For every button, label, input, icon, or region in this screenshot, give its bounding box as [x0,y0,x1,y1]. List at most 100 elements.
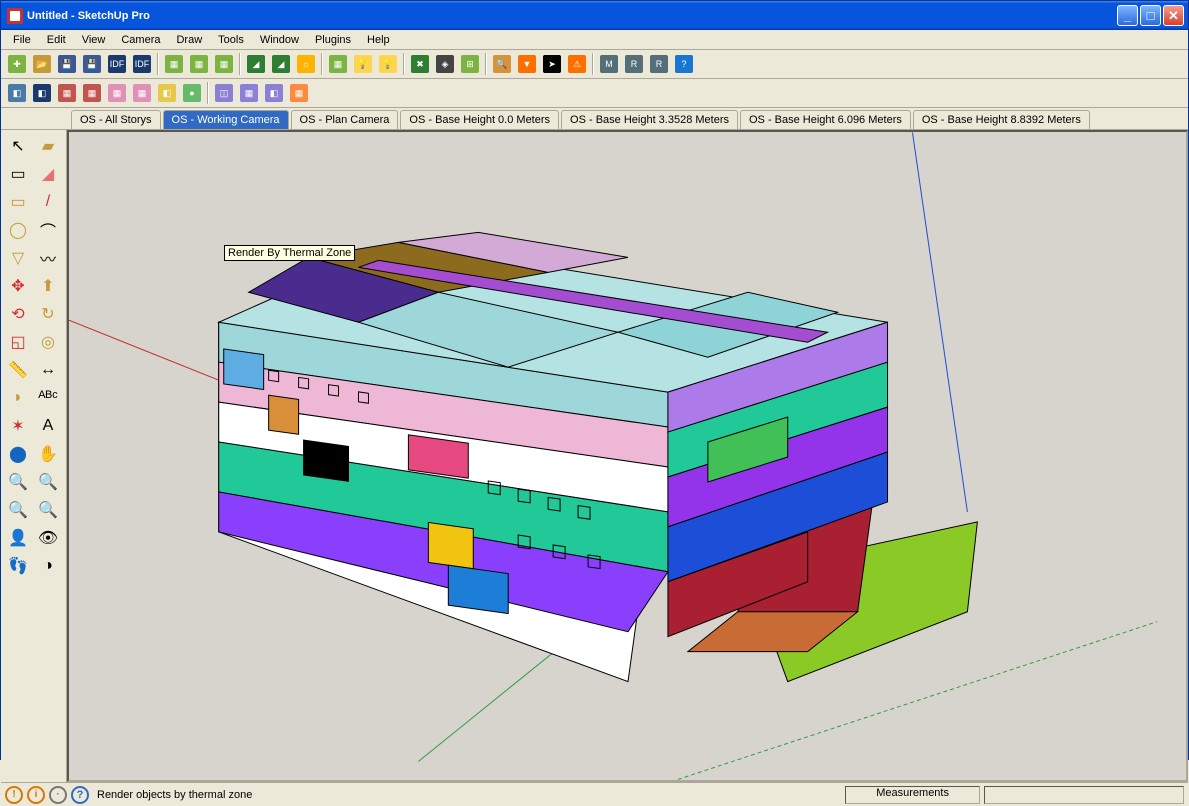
grid4-icon: ⊞ [461,55,479,73]
surface-add-button[interactable]: ◢ [269,52,293,76]
save-copy-button[interactable]: 💾 [80,52,104,76]
arc-tool[interactable]: ⌒ [33,216,63,244]
pan-tool[interactable]: ✋ [33,440,63,468]
status-circle-1[interactable]: ! [5,786,23,804]
layers-button[interactable]: ◈ [433,52,457,76]
paint-tool[interactable]: ▰ [33,132,63,160]
minimize-button[interactable]: _ [1117,5,1138,26]
grid-button[interactable]: ▦ [326,52,350,76]
orbit-tool[interactable]: ⬤ [3,440,33,468]
scene-tab-6[interactable]: OS - Base Height 8.8392 Meters [913,110,1090,129]
wire3-button[interactable]: ◧ [262,81,286,105]
arrow-button[interactable]: ➤ [540,52,564,76]
walk-tool[interactable]: 👣 [3,552,33,580]
building-alt-button[interactable]: ▦ [187,52,211,76]
warning-button[interactable]: ⚠ [565,52,589,76]
component-tool[interactable]: ▭ [3,160,33,188]
import-idf-button[interactable]: IDF [105,52,129,76]
menu-tools[interactable]: Tools [210,32,252,48]
scene-tab-0[interactable]: OS - All Storys [71,110,161,129]
wire2-button[interactable]: ▦ [237,81,261,105]
menu-file[interactable]: File [5,32,39,48]
add-building-button[interactable]: ▦ [212,52,236,76]
scene-tab-1[interactable]: OS - Working Camera [163,110,289,129]
section-tool[interactable]: ◑ [33,552,63,580]
scale-tool[interactable]: ◱ [3,328,33,356]
close-button[interactable]: ✕ [1163,5,1184,26]
box-yellow-button[interactable]: ◧ [155,81,179,105]
move-tool[interactable]: ✥ [3,272,33,300]
status-circle-3[interactable]: · [49,786,67,804]
tape-tool[interactable]: 📏 [3,356,33,384]
protractor-tool[interactable]: ◗ [3,384,33,412]
new-button[interactable]: ✚ [5,52,29,76]
grid-icon: ▦ [329,55,347,73]
viewport-3d[interactable]: Render By Thermal Zone [67,130,1188,782]
pushpull-tool[interactable]: ⬆ [33,272,63,300]
scene-tab-4[interactable]: OS - Base Height 3.3528 Meters [561,110,738,129]
scene-tab-2[interactable]: OS - Plan Camera [291,110,399,129]
rectangle-tool[interactable]: ▭ [3,188,33,216]
box-pink1-button[interactable]: ▦ [105,81,129,105]
followme-tool[interactable]: ↻ [33,300,63,328]
measurements-input[interactable] [984,786,1184,804]
zoom-extents-tool[interactable]: 🔍 [3,496,33,524]
light-button[interactable]: 💡 [351,52,375,76]
box-blue1-icon: ◧ [8,84,26,102]
surface-sun-button[interactable]: ☼ [294,52,318,76]
drop-icon: ● [183,84,201,102]
position-tool[interactable]: 👤 [3,524,33,552]
menu-edit[interactable]: Edit [39,32,74,48]
menu-draw[interactable]: Draw [168,32,210,48]
cube-r-button[interactable]: R [622,52,646,76]
light-add-button[interactable]: 💡 [376,52,400,76]
look-tool[interactable]: 👁 [33,524,63,552]
select-tool[interactable]: ↖ [3,132,33,160]
status-circle-2[interactable]: i [27,786,45,804]
open-button[interactable]: 📂 [30,52,54,76]
3dtext-tool[interactable]: A [33,412,63,440]
export-idf-button[interactable]: IDF [130,52,154,76]
zoom-tool[interactable]: 🔍 [3,468,33,496]
menu-bar: FileEditViewCameraDrawToolsWindowPlugins… [1,30,1188,50]
box-blue2-button[interactable]: ◧ [30,81,54,105]
previous-tool[interactable]: 🔍 [33,496,63,524]
tools-button[interactable]: ✖ [408,52,432,76]
save-button[interactable]: 💾 [55,52,79,76]
dimension-tool[interactable]: ↔ [33,356,63,384]
circle-tool[interactable]: ◯ [3,216,33,244]
wire1-button[interactable]: ◫ [212,81,236,105]
scene-tab-3[interactable]: OS - Base Height 0.0 Meters [400,110,559,129]
maximize-button[interactable]: □ [1140,5,1161,26]
surface-button[interactable]: ◢ [244,52,268,76]
cube-rv-button[interactable]: R [647,52,671,76]
search-button[interactable]: 🔍 [490,52,514,76]
box-red1-button[interactable]: ▦ [55,81,79,105]
box-pink2-button[interactable]: ▦ [130,81,154,105]
menu-camera[interactable]: Camera [113,32,168,48]
line-tool[interactable]: / [33,188,63,216]
box-blue1-button[interactable]: ◧ [5,81,29,105]
menu-window[interactable]: Window [252,32,307,48]
status-help-icon[interactable]: ? [71,786,89,804]
eraser-tool[interactable]: ◢ [33,160,63,188]
building-button[interactable]: ▦ [162,52,186,76]
filter-button[interactable]: ▼ [515,52,539,76]
box-red2-button[interactable]: ▦ [80,81,104,105]
menu-help[interactable]: Help [359,32,398,48]
menu-plugins[interactable]: Plugins [307,32,359,48]
axes-tool[interactable]: ✶ [3,412,33,440]
freehand-tool[interactable]: 〰 [33,244,63,272]
cube-m-button[interactable]: M [597,52,621,76]
menu-view[interactable]: View [74,32,114,48]
grid4-button[interactable]: ⊞ [458,52,482,76]
text-tool[interactable]: ᴬᴮᶜ [33,384,63,412]
offset-tool[interactable]: ◎ [33,328,63,356]
polygon-tool[interactable]: ▽ [3,244,33,272]
help-button[interactable]: ? [672,52,696,76]
drop-button[interactable]: ● [180,81,204,105]
scene-tab-5[interactable]: OS - Base Height 6.096 Meters [740,110,911,129]
calendar-button[interactable]: ▦ [287,81,311,105]
zoom-window-tool[interactable]: 🔍 [33,468,63,496]
rotate-tool[interactable]: ⟲ [3,300,33,328]
